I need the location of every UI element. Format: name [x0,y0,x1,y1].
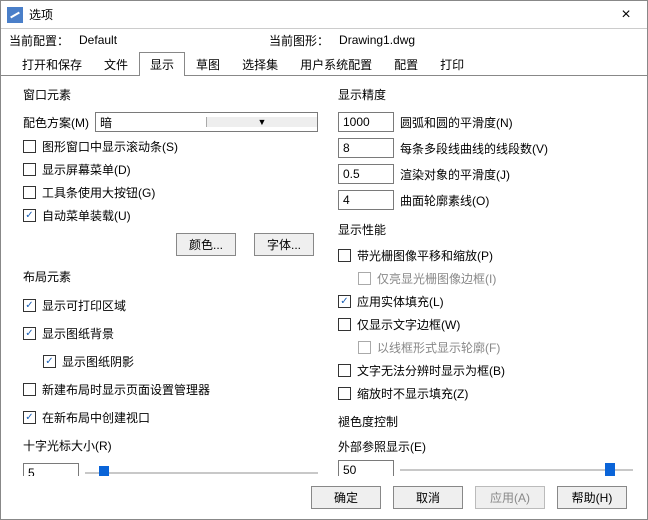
colors-button[interactable]: 颜色... [176,233,236,256]
tab-files[interactable]: 文件 [93,52,139,76]
color-scheme-row: 配色方案(M) 暗 ▼ [23,112,318,132]
show-printable-checkbox[interactable]: ✓ [23,299,36,312]
tab-drafting[interactable]: 草图 [185,52,231,76]
tab-display[interactable]: 显示 [139,52,185,76]
current-drawing-value: Drawing1.dwg [339,33,479,47]
xref-display-label: 外部参照显示(E) [338,438,633,455]
show-paper-shadow-checkbox[interactable]: ✓ [43,355,56,368]
titlebar: 选项 × [1,1,647,29]
tab-open-save[interactable]: 打开和保存 [11,52,93,76]
current-drawing-label: 当前图形： [269,32,329,49]
show-scrollbars-checkbox[interactable] [23,140,36,153]
fade-control-title: 褪色度控制 [338,413,633,430]
config-info-row: 当前配置： Default 当前图形： Drawing1.dwg [1,29,647,51]
text-frame-only-label: 仅显示文字边框(W) [357,316,460,333]
show-scrollbars-label: 图形窗口中显示滚动条(S) [42,138,178,155]
arc-smoothness-label: 圆弧和圆的平滑度(N) [400,114,513,131]
window-elements-title: 窗口元素 [23,86,318,103]
tab-plot[interactable]: 打印 [429,52,475,76]
show-screen-menu-checkbox[interactable] [23,163,36,176]
current-config-label: 当前配置： [9,32,69,49]
xref-display-input[interactable]: 50 [338,460,394,476]
close-icon[interactable]: × [611,6,641,24]
arc-smoothness-input[interactable]: 1000 [338,112,394,132]
new-layout-page-mgr-checkbox[interactable] [23,383,36,396]
text-as-box-checkbox[interactable] [338,364,351,377]
show-screen-menu-label: 显示屏幕菜单(D) [42,161,131,178]
new-layout-page-mgr-label: 新建布局时显示页面设置管理器 [42,381,210,398]
highlight-raster-frame-checkbox [358,272,371,285]
help-button[interactable]: 帮助(H) [557,486,627,509]
crosshair-size-label: 十字光标大小(R) [23,437,318,454]
contour-lines-label: 曲面轮廓素线(O) [400,192,489,209]
cancel-button[interactable]: 取消 [393,486,463,509]
left-column: 窗口元素 配色方案(M) 暗 ▼ 图形窗口中显示滚动条(S) 显示屏幕菜单(D)… [23,84,318,472]
pan-zoom-raster-label: 带光栅图像平移和缩放(P) [357,247,493,264]
content-area: 窗口元素 配色方案(M) 暗 ▼ 图形窗口中显示滚动条(S) 显示屏幕菜单(D)… [1,76,647,476]
display-performance-title: 显示性能 [338,221,633,238]
polyline-segs-input[interactable]: 8 [338,138,394,158]
show-printable-label: 显示可打印区域 [42,297,126,314]
highlight-raster-frame-label: 仅亮显光栅图像边框(I) [377,270,496,287]
create-viewport-checkbox[interactable]: ✓ [23,411,36,424]
crosshair-row: 5 [23,463,318,476]
text-as-box-label: 文字无法分辨时显示为框(B) [357,362,505,379]
toolbar-large-buttons-checkbox[interactable] [23,186,36,199]
contour-lines-input[interactable]: 4 [338,190,394,210]
apply-button[interactable]: 应用(A) [475,486,545,509]
show-paper-shadow-label: 显示图纸阴影 [62,353,134,370]
dialog-footer: 确定 取消 应用(A) 帮助(H) [1,476,647,519]
tab-profiles[interactable]: 配置 [383,52,429,76]
window-title: 选项 [29,6,611,23]
wireframe-silhouette-label: 以线框形式显示轮廓(F) [377,339,500,356]
no-fill-on-zoom-checkbox[interactable] [338,387,351,400]
auto-menu-load-checkbox[interactable]: ✓ [23,209,36,222]
color-scheme-label: 配色方案(M) [23,114,89,131]
tab-selection[interactable]: 选择集 [231,52,289,76]
polyline-segs-label: 每条多段线曲线的线段数(V) [400,140,548,157]
crosshair-size-input[interactable]: 5 [23,463,79,476]
current-config-value: Default [79,33,259,47]
toolbar-large-buttons-label: 工具条使用大按钮(G) [42,184,155,201]
pan-zoom-raster-checkbox[interactable] [338,249,351,262]
text-frame-only-checkbox[interactable] [338,318,351,331]
show-paper-bg-label: 显示图纸背景 [42,325,114,342]
app-icon [7,7,23,23]
color-scheme-select[interactable]: 暗 ▼ [95,112,318,132]
apply-solid-fill-checkbox[interactable]: ✓ [338,295,351,308]
wireframe-silhouette-checkbox [358,341,371,354]
options-dialog: 选项 × 当前配置： Default 当前图形： Drawing1.dwg 打开… [0,0,648,520]
chevron-down-icon: ▼ [206,117,317,127]
fonts-button[interactable]: 字体... [254,233,314,256]
create-viewport-label: 在新布局中创建视口 [42,409,150,426]
apply-solid-fill-label: 应用实体填充(L) [357,293,444,310]
no-fill-on-zoom-label: 缩放时不显示填充(Z) [357,385,468,402]
auto-menu-load-label: 自动菜单装载(U) [42,207,131,224]
tabstrip: 打开和保存 文件 显示 草图 选择集 用户系统配置 配置 打印 [1,51,647,76]
render-smoothness-input[interactable]: 0.5 [338,164,394,184]
layout-elements-title: 布局元素 [23,268,318,285]
tab-user-prefs[interactable]: 用户系统配置 [289,52,383,76]
render-smoothness-label: 渲染对象的平滑度(J) [400,166,510,183]
show-paper-bg-checkbox[interactable]: ✓ [23,327,36,340]
display-resolution-title: 显示精度 [338,86,633,103]
right-column: 显示精度 1000 圆弧和圆的平滑度(N) 8 每条多段线曲线的线段数(V) 0.5… [338,84,633,472]
crosshair-size-slider[interactable] [85,464,318,476]
color-scheme-value: 暗 [96,114,206,131]
ok-button[interactable]: 确定 [311,486,381,509]
xref-display-slider[interactable] [400,461,633,476]
